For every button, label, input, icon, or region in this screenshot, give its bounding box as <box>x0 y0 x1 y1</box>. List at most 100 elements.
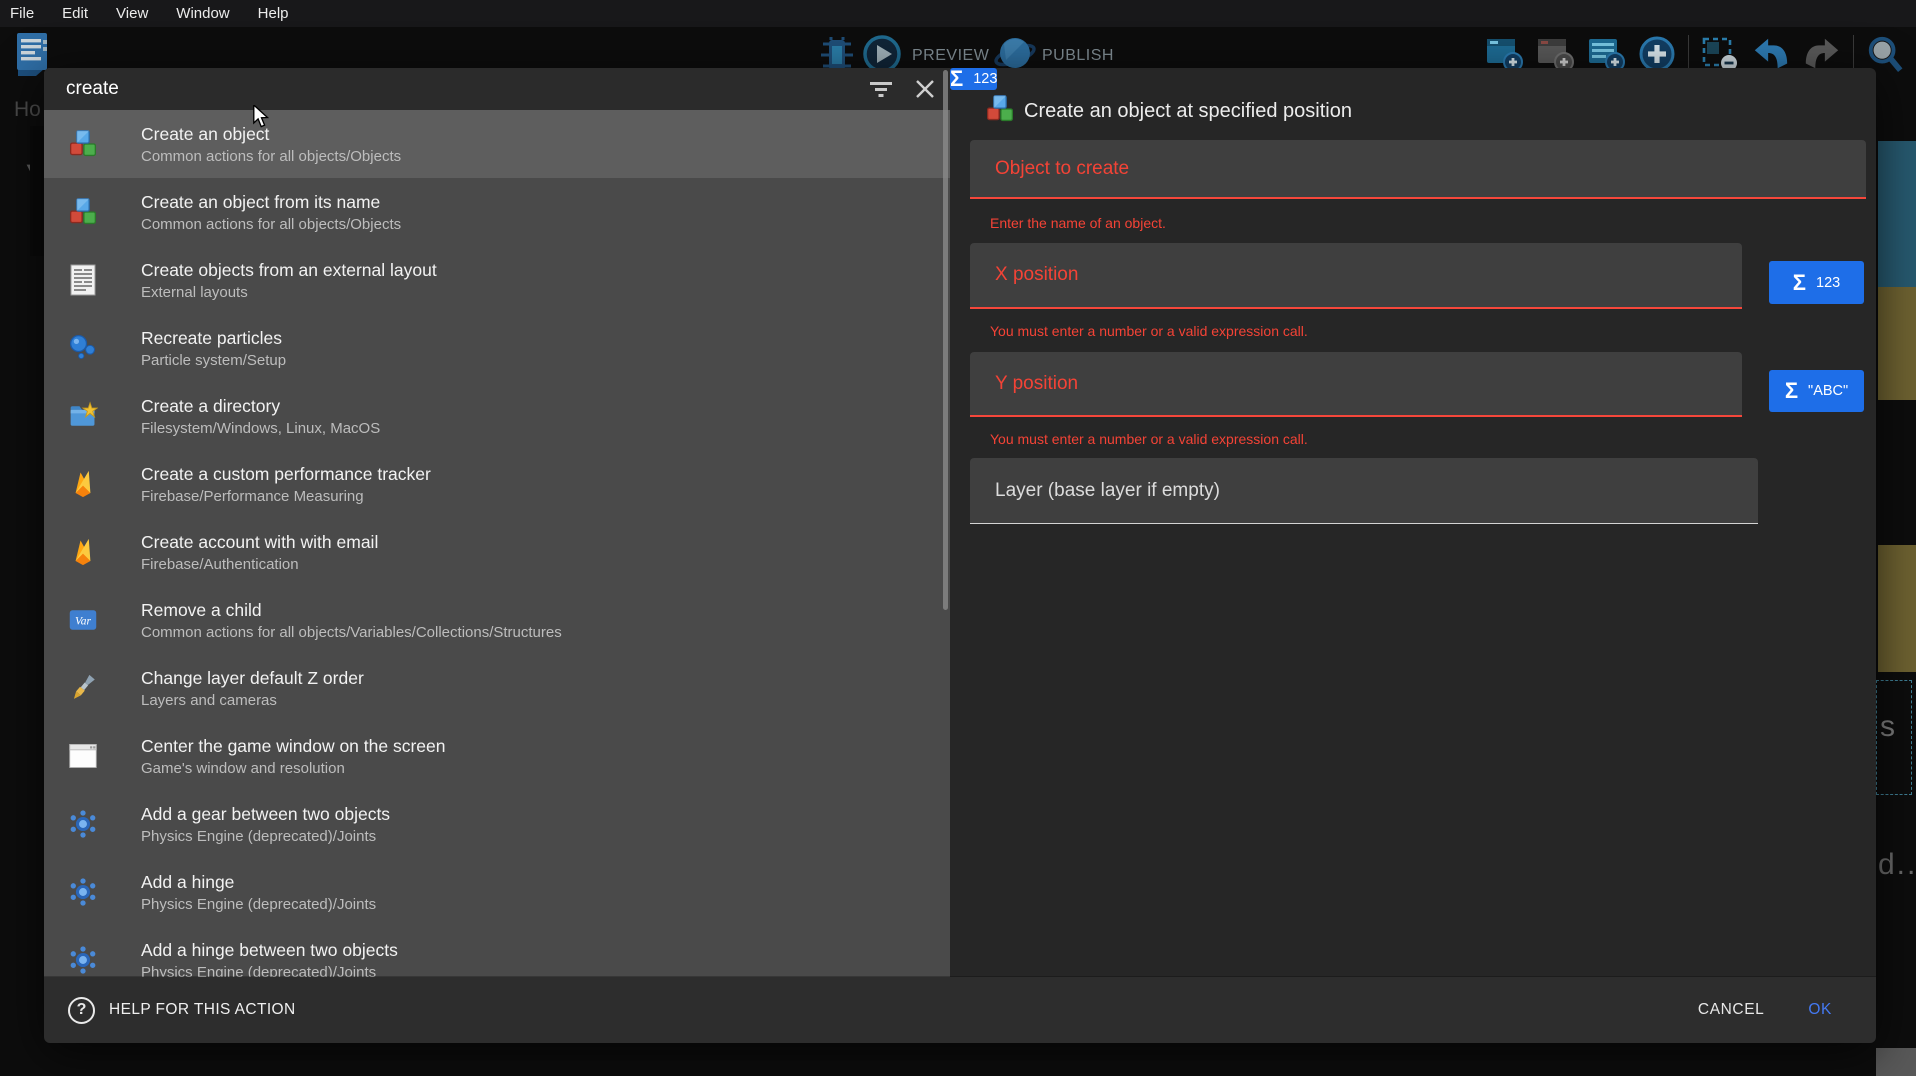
action-list-item[interactable]: Add a hinge between two objects Physics E… <box>44 926 950 977</box>
action-group: Common actions for all objects/Variables… <box>141 623 562 643</box>
action-group: Game's window and resolution <box>141 759 445 779</box>
game-window-icon <box>68 740 98 772</box>
search-bar: create <box>44 68 950 110</box>
physics-joint-icon <box>68 808 98 840</box>
action-title: Create account with with email <box>141 531 378 553</box>
action-title: Change layer default Z order <box>141 667 364 689</box>
menu-item-file[interactable]: File <box>10 5 34 22</box>
action-list-item[interactable]: Create an objectCommon actions for all o… <box>44 110 950 178</box>
create-object-icon <box>68 128 98 160</box>
action-list-item[interactable]: Recreate particlesParticle system/Setup <box>44 314 950 382</box>
external-layout-icon <box>68 264 98 296</box>
action-list-item[interactable]: Create an object from its nameCommon act… <box>44 178 950 246</box>
sigma-icon: Σ <box>1785 380 1798 402</box>
action-group: Firebase/Authentication <box>141 555 378 575</box>
help-icon: ? <box>68 997 95 1024</box>
parameter-field[interactable]: X position <box>970 243 1742 309</box>
action-parameters-pane: Create an object at specified position O… <box>950 68 1876 977</box>
action-list-item[interactable]: Create account with with emailFirebase/A… <box>44 518 950 586</box>
layer-zorder-icon <box>68 672 98 704</box>
field-helper-text: You must enter a number or a valid expre… <box>990 431 1308 447</box>
action-title: Create a directory <box>141 395 380 417</box>
action-group: Layers and cameras <box>141 691 364 711</box>
action-search-pane: create Create an objectCommon actions fo… <box>44 68 950 977</box>
field-placeholder: Object to create <box>995 158 1129 180</box>
cancel-button[interactable]: CANCEL <box>1698 1001 1764 1019</box>
action-title: Add a gear between two objects <box>141 803 390 825</box>
action-group: Common actions for all objects/Objects <box>141 147 401 167</box>
menu-item-edit[interactable]: Edit <box>62 5 88 22</box>
home-tab-label: Ho <box>14 98 41 122</box>
action-list-item[interactable]: Create a custom performance trackerFireb… <box>44 450 950 518</box>
background-event-block <box>1878 141 1916 287</box>
svg-text:Var: Var <box>75 615 91 627</box>
action-title: Create a custom performance tracker <box>141 463 431 485</box>
search-input[interactable]: create <box>66 78 852 100</box>
instruction-selector-dialog: create Create an objectCommon actions fo… <box>44 68 1876 1043</box>
particles-icon <box>68 332 98 364</box>
background-event-block <box>1878 545 1916 672</box>
action-header: Create an object at specified position <box>985 93 1352 130</box>
publish-button[interactable]: PUBLISH <box>1042 47 1114 65</box>
expression-type-label: "ABC" <box>1808 383 1848 399</box>
action-group: Physics Engine (deprecated)/Joints <box>141 827 390 847</box>
action-group: Filesystem/Windows, Linux, MacOS <box>141 419 380 439</box>
action-group: Particle system/Setup <box>141 351 286 371</box>
dialog-footer: ? HELP FOR THIS ACTION CANCEL OK <box>44 977 1876 1043</box>
action-list-item[interactable]: Create a directoryFilesystem/Windows, Li… <box>44 382 950 450</box>
menu-item-help[interactable]: Help <box>258 5 289 22</box>
action-list-item[interactable]: Add a hingePhysics Engine (deprecated)/J… <box>44 858 950 926</box>
background-panel <box>30 126 44 256</box>
background-event-block <box>1878 287 1916 400</box>
firebase-icon <box>68 468 98 500</box>
action-title: Create objects from an external layout <box>141 259 437 281</box>
folder-star-icon <box>68 400 98 432</box>
menu-item-view[interactable]: View <box>116 5 148 22</box>
action-list-item[interactable]: Create objects from an external layoutEx… <box>44 246 950 314</box>
sigma-icon: Σ <box>1793 272 1806 294</box>
background-block <box>1876 1048 1916 1076</box>
parameter-field[interactable]: Object to create <box>970 140 1866 199</box>
action-list-item[interactable]: Center the game window on the screenGame… <box>44 722 950 790</box>
expression-builder-button[interactable]: Σ "ABC" <box>1769 370 1864 412</box>
mouse-cursor <box>250 105 272 134</box>
physics-joint-icon <box>68 944 98 976</box>
action-group: Physics Engine (deprecated)/Joints <box>141 895 376 915</box>
help-for-action-button[interactable]: ? HELP FOR THIS ACTION <box>68 997 296 1024</box>
action-list-item[interactable]: Add a gear between two objectsPhysics En… <box>44 790 950 858</box>
action-title: Create an object from its name <box>141 191 401 213</box>
sigma-icon: Σ <box>950 68 963 90</box>
close-icon[interactable] <box>910 74 940 104</box>
expression-builder-button[interactable]: Σ 123 <box>1769 261 1864 304</box>
parameter-field[interactable]: Y position <box>970 352 1742 417</box>
expression-type-label: 123 <box>1816 275 1840 291</box>
action-results-list: Create an objectCommon actions for all o… <box>44 110 950 977</box>
field-helper-text: Enter the name of an object. <box>990 215 1166 231</box>
background-text-fragment: s <box>1880 710 1895 744</box>
expression-type-label: 123 <box>973 71 997 87</box>
action-group: Firebase/Performance Measuring <box>141 487 431 507</box>
var-icon: Var <box>68 604 98 636</box>
preview-button[interactable]: PREVIEW <box>912 47 989 65</box>
filter-icon[interactable] <box>866 74 896 104</box>
create-object-icon <box>985 93 1015 130</box>
action-title: Add a hinge between two objects <box>141 939 398 961</box>
ok-button[interactable]: OK <box>1808 1001 1832 1019</box>
field-placeholder: Y position <box>995 373 1078 395</box>
field-placeholder: X position <box>995 264 1078 286</box>
background-text-fragment: d... <box>1878 848 1916 882</box>
action-list-item[interactable]: Change layer default Z orderLayers and c… <box>44 654 950 722</box>
action-list-item[interactable]: VarRemove a childCommon actions for all … <box>44 586 950 654</box>
create-object-icon <box>68 196 98 228</box>
physics-joint-icon <box>68 876 98 908</box>
parameter-field[interactable]: Layer (base layer if empty) <box>970 458 1758 524</box>
menu-item-window[interactable]: Window <box>176 5 229 22</box>
action-title: Recreate particles <box>141 327 286 349</box>
menu-bar: File Edit View Window Help <box>0 0 1916 27</box>
field-placeholder: Layer (base layer if empty) <box>995 480 1220 502</box>
action-group: Physics Engine (deprecated)/Joints <box>141 963 398 978</box>
list-scrollbar[interactable] <box>943 70 948 610</box>
action-title: Add a hinge <box>141 871 376 893</box>
expression-builder-button[interactable]: Σ 123 <box>950 68 997 90</box>
field-helper-text: You must enter a number or a valid expre… <box>990 323 1308 339</box>
